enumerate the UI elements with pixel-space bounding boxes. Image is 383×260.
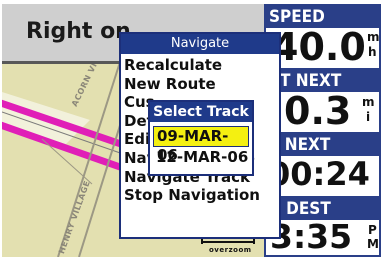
time-next-field[interactable]: E NEXT 00:24 (266, 134, 379, 196)
field-value-eta-dest: 3:35 (270, 217, 353, 255)
select-track-menu: Select Track 09-MAR-06 12-MAR-06 (148, 100, 254, 176)
gps-screen: ACORN VILLA HENRY VILLAGE 300 overzoom R… (2, 4, 381, 257)
field-unit-top-eta-dest: P (368, 223, 377, 237)
data-fields-panel: SPEED 40.0 m h ST NEXT 0.3 m i E NEXT 00… (264, 4, 381, 257)
guidance-text: Right on (26, 19, 131, 44)
menu-item-new-route[interactable]: New Route (124, 75, 260, 94)
dist-next-field[interactable]: ST NEXT 0.3 m i (266, 70, 379, 132)
navigate-menu-title: Navigate (121, 34, 279, 54)
overzoom-label: overzoom (209, 246, 252, 254)
field-value-speed: 40.0 (272, 25, 366, 68)
select-track-title: Select Track (150, 102, 252, 122)
field-unit-bottom-eta-dest: M (367, 237, 379, 251)
field-unit-top-dist-next: m (362, 95, 375, 109)
field-title-time-next: E NEXT (266, 134, 379, 156)
field-value-time-next: 00:24 (268, 155, 370, 193)
menu-item-recalculate[interactable]: Recalculate (124, 56, 260, 75)
eta-dest-field[interactable]: A DEST 3:35 P M (266, 198, 379, 255)
field-unit-top-speed: m (367, 30, 379, 44)
field-unit-bottom-speed: h (368, 45, 377, 59)
menu-item-stop-navigation[interactable]: Stop Navigation (124, 186, 260, 205)
field-unit-bottom-dist-next: i (366, 110, 371, 124)
field-value-dist-next: 0.3 (284, 89, 352, 132)
speed-field[interactable]: SPEED 40.0 m h (266, 6, 379, 68)
track-option-selected[interactable]: 09-MAR-06 (153, 126, 249, 164)
track-option[interactable]: 12-MAR-06 (153, 148, 249, 169)
